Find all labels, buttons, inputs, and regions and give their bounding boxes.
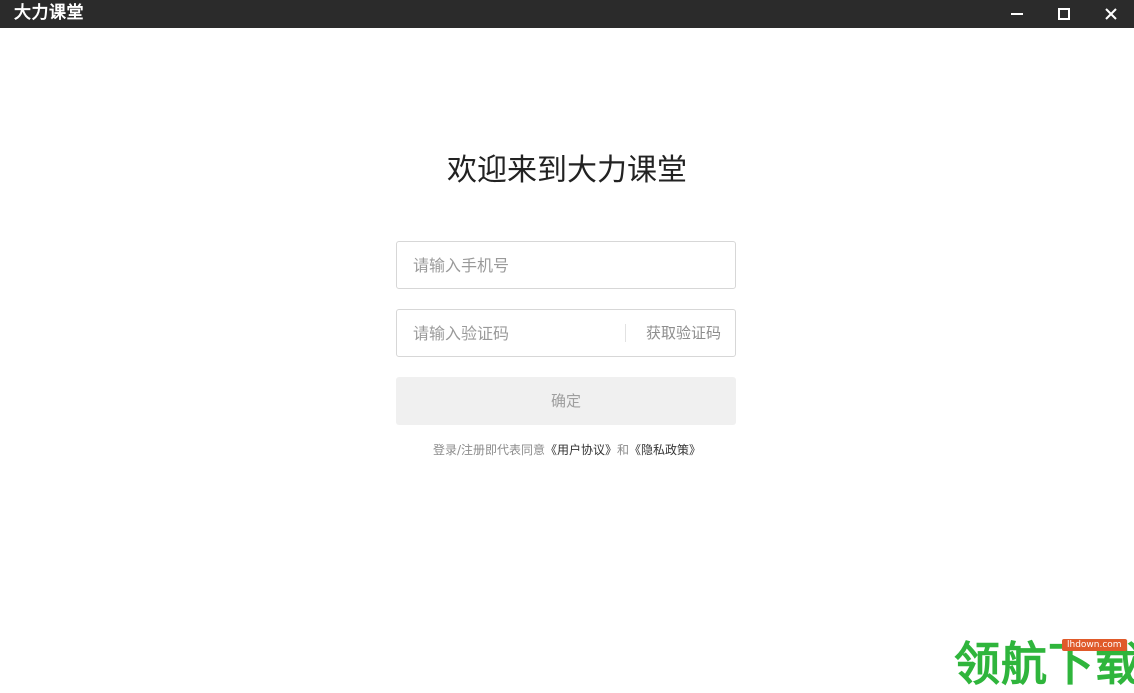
- privacy-policy-link[interactable]: 《隐私政策》: [629, 443, 701, 457]
- minimize-icon: [1010, 7, 1024, 21]
- phone-field: [396, 241, 736, 289]
- verification-code-input[interactable]: [397, 310, 622, 356]
- close-icon: [1104, 7, 1118, 21]
- title-bar: 大力课堂: [0, 0, 1134, 28]
- watermark-logo: 领航下载 lhdown.com: [952, 636, 1134, 693]
- confirm-button[interactable]: 确定: [396, 377, 736, 425]
- close-button[interactable]: [1088, 0, 1134, 28]
- field-divider: [625, 324, 626, 342]
- user-agreement-link[interactable]: 《用户协议》: [545, 443, 617, 457]
- watermark-site: lhdown.com: [1062, 639, 1127, 651]
- maximize-icon: [1057, 7, 1071, 21]
- app-title: 大力课堂: [14, 3, 84, 23]
- minimize-button[interactable]: [994, 0, 1040, 28]
- welcome-heading: 欢迎来到大力课堂: [447, 153, 687, 188]
- phone-input[interactable]: [397, 242, 735, 288]
- get-code-button[interactable]: 获取验证码: [646, 310, 721, 356]
- code-field: 获取验证码: [396, 309, 736, 357]
- agreement-prefix: 登录/注册即代表同意: [432, 443, 545, 457]
- agreement-and: 和: [617, 443, 630, 457]
- agreement-text: 登录/注册即代表同意《用户协议》和《隐私政策》: [0, 441, 1134, 459]
- maximize-button[interactable]: [1041, 0, 1087, 28]
